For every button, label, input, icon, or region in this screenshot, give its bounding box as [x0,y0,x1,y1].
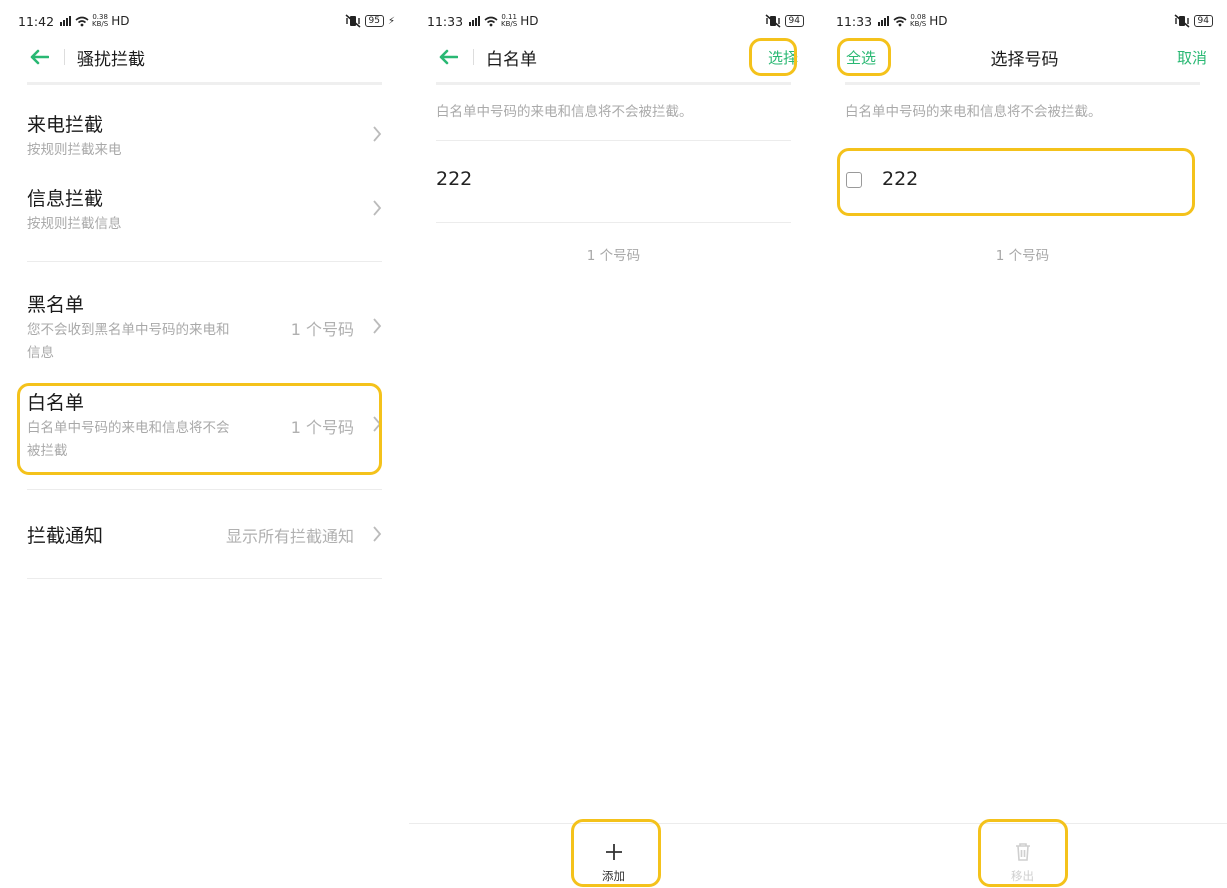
number-row-highlight [837,148,1195,216]
charging-icon: ⚡ [387,15,395,27]
arrow-left-icon [439,49,458,65]
hd-indicator: HD [929,14,948,28]
list-item-message-block[interactable]: 信息拦截 按规则拦截信息 [27,184,382,234]
list-item-block-notification[interactable]: 拦截通知 显示所有拦截通知 [27,521,382,549]
header: 白名单 选择 [427,40,804,74]
signal-icon [60,16,72,26]
item-title: 来电拦截 [27,114,104,136]
whitelist-highlight [17,383,382,475]
speed-unit: KB/S [501,20,518,28]
section-divider [27,261,382,262]
back-button[interactable] [26,44,52,70]
vibrate-off-icon [765,14,781,28]
battery-level: 94 [1193,15,1213,27]
list-divider [436,140,791,141]
list-item-call-block[interactable]: 来电拦截 按规则拦截来电 [27,110,382,160]
list-item-blacklist[interactable]: 黑名单 您不会收到黑名单中号码的来电和 信息 1 个号码 [27,290,382,362]
header-divider [436,82,791,85]
whitelist-note: 白名单中号码的来电和信息将不会被拦截。 [436,104,693,120]
item-subtitle: 按规则拦截信息 [27,216,122,232]
add-highlight [571,819,661,887]
status-bar: 11:33 0.11 KB/S HD 94 [427,12,804,30]
header-separator [64,49,65,65]
wifi-icon [893,16,907,26]
chevron-right-icon [373,526,382,542]
item-value: 显示所有拦截通知 [225,527,354,546]
item-subtitle: 按规则拦截来电 [27,142,122,158]
wifi-icon [75,16,89,26]
hd-indicator: HD [111,14,130,28]
network-speed: 0.11 KB/S [501,14,517,28]
header-separator [473,49,474,65]
page-title: 白名单 [486,49,537,70]
speed-unit: KB/S [910,20,927,28]
header: 选择号码 全选 取消 [836,40,1213,74]
status-bar: 11:42 0.38 KB/S HD 95 ⚡ [18,12,395,30]
status-time: 11:33 [427,13,464,29]
subtitle-line: 信息 [27,345,54,361]
item-value: 1 个号码 [290,320,354,339]
status-time: 11:33 [836,13,873,29]
chevron-right-icon [373,200,382,216]
select-all-highlight [837,38,891,76]
signal-icon [469,16,481,26]
remove-highlight [978,819,1068,887]
subtitle-line: 您不会收到黑名单中号码的来电和 [27,322,230,338]
item-title: 信息拦截 [27,188,104,210]
signal-icon [878,16,890,26]
chevron-right-icon [373,318,382,334]
battery-level: 95 [364,15,384,27]
cancel-button[interactable]: 取消 [1177,47,1207,68]
status-time: 11:42 [18,13,55,29]
section-divider [27,578,382,579]
status-bar: 11:33 0.08 KB/S HD 94 [836,12,1213,30]
header-divider [27,82,382,85]
item-title: 黑名单 [27,294,85,316]
network-speed: 0.38 KB/S [92,14,108,28]
arrow-left-icon [30,49,49,65]
vibrate-off-icon [345,14,361,28]
page-title: 选择号码 [990,49,1059,70]
list-divider [436,222,791,223]
section-divider [27,489,382,490]
number-count: 1 个号码 [995,248,1050,264]
network-speed: 0.08 KB/S [910,14,926,28]
header-divider [845,82,1200,85]
vibrate-off-icon [1174,14,1190,28]
hd-indicator: HD [520,14,539,28]
whitelist-note: 白名单中号码的来电和信息将不会被拦截。 [845,104,1102,120]
phone-number-item[interactable]: 222 [436,168,472,190]
chevron-right-icon [373,126,382,142]
back-button[interactable] [435,44,461,70]
panel-harassment-block: 11:42 0.38 KB/S HD 95 ⚡ 骚扰拦截 来电拦截 按规则拦截来电… [0,0,409,888]
select-highlight [749,38,797,76]
header: 骚扰拦截 [18,40,395,74]
panel-whitelist: 11:33 0.11 KB/S HD 94 白名单 选择 白名单中号码的来电和信息… [409,0,818,888]
panel-select-numbers: 11:33 0.08 KB/S HD 94 选择号码 全选 取消 白名单中号码的来… [818,0,1227,888]
page-title: 骚扰拦截 [77,49,145,70]
speed-unit: KB/S [92,20,109,28]
number-count: 1 个号码 [586,248,641,264]
battery-level: 94 [784,15,804,27]
wifi-icon [484,16,498,26]
